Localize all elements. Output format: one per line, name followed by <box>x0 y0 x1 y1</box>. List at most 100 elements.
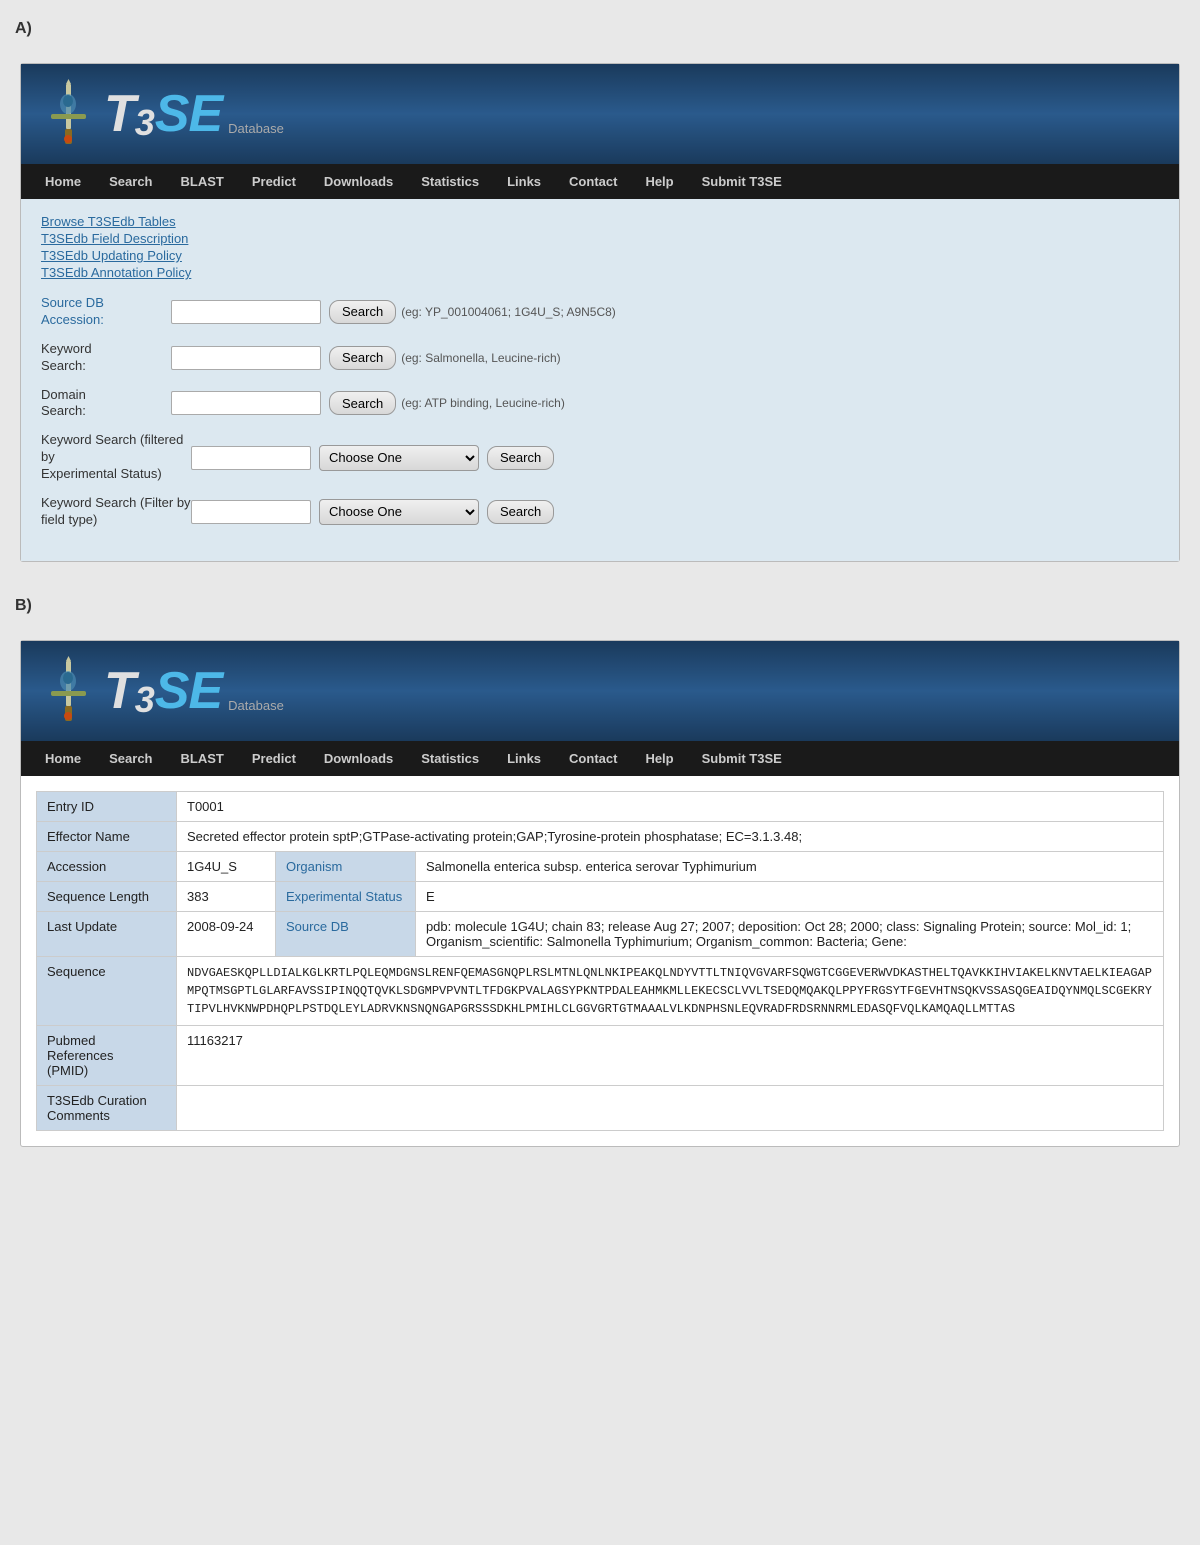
logo-t-b: T <box>104 661 135 721</box>
table-row-seqlength: Sequence Length 383 Experimental Status … <box>37 881 1164 911</box>
table-row-lastupdate: Last Update 2008-09-24 Source DB pdb: mo… <box>37 911 1164 956</box>
label-organism: Organism <box>275 851 415 881</box>
label-entryid: Entry ID <box>37 791 177 821</box>
link-annotation-policy[interactable]: T3SEdb Annotation Policy <box>41 265 1159 280</box>
search-btn-keyword-field[interactable]: Search <box>487 500 554 524</box>
input-keyword-filtered[interactable] <box>191 446 311 470</box>
label-keyword: KeywordSearch: <box>41 341 171 375</box>
nav-links-a[interactable]: Links <box>493 164 555 199</box>
label-accession: Accession <box>37 851 177 881</box>
label-effector: Effector Name <box>37 821 177 851</box>
detail-content: Entry ID T0001 Effector Name Secreted ef… <box>21 776 1179 1146</box>
logo-text-a: T 3 SE Database <box>104 84 284 144</box>
section-a-label: A) <box>15 10 1185 43</box>
nav-submit-b[interactable]: Submit T3SE <box>688 741 796 776</box>
table-row-curation: T3SEdb CurationComments <box>37 1085 1164 1130</box>
nav-home-a[interactable]: Home <box>31 164 95 199</box>
form-row-sourcedb: Source DBAccession: Search (eg: YP_00100… <box>41 295 1159 329</box>
logo-3-a: 3 <box>135 102 155 144</box>
logo-bar-b: T 3 SE Database <box>21 641 1179 741</box>
nav-statistics-b[interactable]: Statistics <box>407 741 493 776</box>
table-row-pubmed: PubmedReferences(PMID) 11163217 <box>37 1025 1164 1085</box>
value-sequence: NDVGAESKQPLLDIALKGLKRTLPQLEQMDGNSLRENFQE… <box>177 956 1164 1025</box>
label-sourcedb: Source DBAccession: <box>41 295 171 329</box>
nav-search-a[interactable]: Search <box>95 164 166 199</box>
table-row-entryid: Entry ID T0001 <box>37 791 1164 821</box>
value-expstatus: E <box>415 881 1163 911</box>
search-btn-keyword-filtered[interactable]: Search <box>487 446 554 470</box>
value-sourcedb: pdb: molecule 1G4U; chain 83; release Au… <box>415 911 1163 956</box>
label-lastupdate: Last Update <box>37 911 177 956</box>
nav-bar-b: Home Search BLAST Predict Downloads Stat… <box>21 741 1179 776</box>
nav-downloads-b[interactable]: Downloads <box>310 741 407 776</box>
logo-sword-icon-a <box>41 79 96 149</box>
search-btn-sourcedb[interactable]: Search <box>329 300 396 324</box>
logo-se-b: SE <box>155 661 222 721</box>
hint-keyword: (eg: Salmonella, Leucine-rich) <box>401 351 560 365</box>
search-btn-keyword[interactable]: Search <box>329 346 396 370</box>
form-row-keyword: KeywordSearch: Search (eg: Salmonella, L… <box>41 341 1159 375</box>
logo-t-a: T <box>104 84 135 144</box>
label-keyword-filtered: Keyword Search (filtered byExperimental … <box>41 432 191 483</box>
select-field-type[interactable]: Choose One <box>319 499 479 525</box>
link-updating-policy[interactable]: T3SEdb Updating Policy <box>41 248 1159 263</box>
form-row-keyword-filtered: Keyword Search (filtered byExperimental … <box>41 432 1159 483</box>
input-keyword-field[interactable] <box>191 500 311 524</box>
label-keyword-field: Keyword Search (Filter byfield type) <box>41 495 191 529</box>
nav-statistics-a[interactable]: Statistics <box>407 164 493 199</box>
nav-predict-b[interactable]: Predict <box>238 741 310 776</box>
logo-bar-a: T 3 SE Database <box>21 64 1179 164</box>
value-pubmed: 11163217 <box>177 1025 1164 1085</box>
panel-a: T 3 SE Database Home Search BLAST Predic… <box>20 63 1180 562</box>
nav-help-b[interactable]: Help <box>631 741 687 776</box>
input-domain[interactable] <box>171 391 321 415</box>
detail-table: Entry ID T0001 Effector Name Secreted ef… <box>36 791 1164 1131</box>
label-seqlength: Sequence Length <box>37 881 177 911</box>
value-accession: 1G4U_S <box>177 851 276 881</box>
value-lastupdate: 2008-09-24 <box>177 911 276 956</box>
logo-se-a: SE <box>155 84 222 144</box>
nav-home-b[interactable]: Home <box>31 741 95 776</box>
label-sequence: Sequence <box>37 956 177 1025</box>
nav-help-a[interactable]: Help <box>631 164 687 199</box>
select-experimental-status[interactable]: Choose One <box>319 445 479 471</box>
nav-links-b[interactable]: Links <box>493 741 555 776</box>
table-row-effector: Effector Name Secreted effector protein … <box>37 821 1164 851</box>
label-sourcedb: Source DB <box>275 911 415 956</box>
hint-domain: (eg: ATP binding, Leucine-rich) <box>401 396 565 410</box>
nav-submit-a[interactable]: Submit T3SE <box>688 164 796 199</box>
section-b-label: B) <box>15 587 1185 620</box>
label-curation: T3SEdb CurationComments <box>37 1085 177 1130</box>
form-row-domain: DomainSearch: Search (eg: ATP binding, L… <box>41 387 1159 421</box>
nav-blast-b[interactable]: BLAST <box>167 741 238 776</box>
logo-3-b: 3 <box>135 679 155 721</box>
value-entryid: T0001 <box>177 791 1164 821</box>
input-keyword[interactable] <box>171 346 321 370</box>
content-area-a: Browse T3SEdb Tables T3SEdb Field Descri… <box>21 199 1179 561</box>
table-row-accession: Accession 1G4U_S Organism Salmonella ent… <box>37 851 1164 881</box>
value-curation <box>177 1085 1164 1130</box>
nav-predict-a[interactable]: Predict <box>238 164 310 199</box>
hint-sourcedb: (eg: YP_001004061; 1G4U_S; A9N5C8) <box>401 305 616 319</box>
nav-search-b[interactable]: Search <box>95 741 166 776</box>
search-btn-domain[interactable]: Search <box>329 391 396 415</box>
link-browse-tables[interactable]: Browse T3SEdb Tables <box>41 214 1159 229</box>
nav-bar-a: Home Search BLAST Predict Downloads Stat… <box>21 164 1179 199</box>
logo-database-b: Database <box>228 698 284 713</box>
label-pubmed: PubmedReferences(PMID) <box>37 1025 177 1085</box>
link-field-desc[interactable]: T3SEdb Field Description <box>41 231 1159 246</box>
nav-contact-b[interactable]: Contact <box>555 741 631 776</box>
nav-downloads-a[interactable]: Downloads <box>310 164 407 199</box>
label-expstatus: Experimental Status <box>275 881 415 911</box>
browse-links: Browse T3SEdb Tables T3SEdb Field Descri… <box>41 214 1159 280</box>
panel-b: T 3 SE Database Home Search BLAST Predic… <box>20 640 1180 1147</box>
logo-sword-icon-b <box>41 656 96 726</box>
nav-contact-a[interactable]: Contact <box>555 164 631 199</box>
input-sourcedb[interactable] <box>171 300 321 324</box>
value-seqlength: 383 <box>177 881 276 911</box>
value-effector: Secreted effector protein sptP;GTPase-ac… <box>177 821 1164 851</box>
table-row-sequence: Sequence NDVGAESKQPLLDIALKGLKRTLPQLEQMDG… <box>37 956 1164 1025</box>
nav-blast-a[interactable]: BLAST <box>167 164 238 199</box>
value-organism: Salmonella enterica subsp. enterica sero… <box>415 851 1163 881</box>
label-domain: DomainSearch: <box>41 387 171 421</box>
